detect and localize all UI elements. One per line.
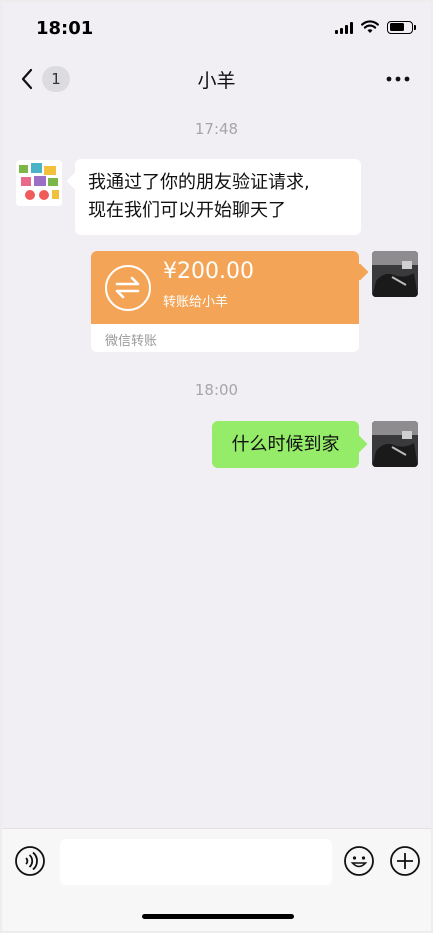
timestamp: 18:00: [194, 381, 239, 399]
my-avatar[interactable]: [372, 421, 418, 467]
my-avatar-image: [372, 251, 418, 297]
incoming-message-line: 现在我们可以开始聊天了: [88, 200, 286, 221]
transfer-card-header: ¥200.00 转账给小羊: [91, 251, 359, 324]
chat-title: 小羊: [197, 70, 236, 92]
plus-icon[interactable]: [389, 845, 421, 877]
more-icon[interactable]: [385, 66, 411, 92]
transfer-icon: [105, 265, 151, 311]
message-input[interactable]: [60, 839, 332, 885]
transfer-amount: ¥200.00: [163, 259, 254, 284]
home-indicator[interactable]: [142, 914, 294, 919]
signal-icon: [335, 21, 353, 34]
incoming-message-line: 我通过了你的朋友验证请求,: [88, 172, 310, 193]
outgoing-message-bubble[interactable]: 什么时候到家: [212, 421, 359, 468]
battery-icon: [387, 20, 416, 34]
transfer-note: 转账给小羊: [163, 295, 229, 310]
wifi-icon: [361, 20, 379, 33]
incoming-message-bubble[interactable]: 我通过了你的朋友验证请求, 现在我们可以开始聊天了: [75, 159, 361, 235]
my-avatar[interactable]: [372, 251, 418, 297]
my-avatar-image: [372, 421, 418, 467]
timestamp: 17:48: [194, 120, 239, 138]
emoji-icon[interactable]: [343, 845, 375, 877]
contact-avatar[interactable]: [16, 160, 62, 206]
chat-screen: 18:01 1 小羊 17:48 我通过了你的朋友验证请求, 现在我们可以开始聊…: [2, 2, 431, 931]
contact-avatar-image: [16, 160, 62, 206]
voice-icon[interactable]: [14, 845, 46, 877]
transfer-card[interactable]: ¥200.00 转账给小羊 微信转账: [91, 251, 359, 352]
status-icons: [335, 20, 416, 34]
transfer-footer: 微信转账: [105, 334, 158, 349]
outgoing-message-text: 什么时候到家: [231, 434, 340, 455]
status-time: 18:01: [36, 18, 94, 39]
